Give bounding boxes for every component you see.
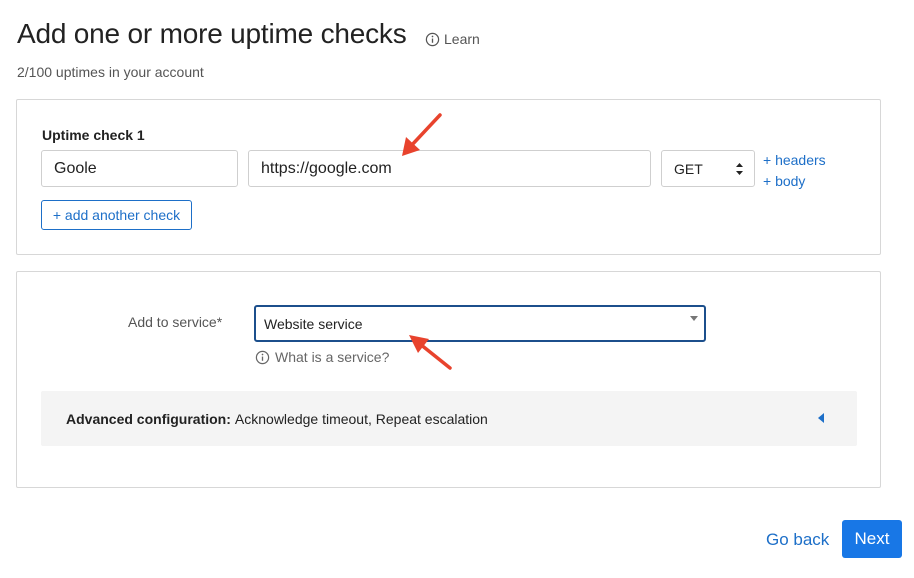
up-down-caret-icon — [736, 162, 743, 175]
add-another-check-button[interactable]: + add another check — [41, 200, 192, 230]
add-body-link[interactable]: + body — [763, 173, 805, 189]
advanced-configuration-toggle[interactable]: Advanced configuration: Acknowledge time… — [41, 391, 857, 446]
info-icon — [425, 32, 440, 46]
service-selected-value: Website service — [264, 315, 363, 332]
what-is-service-label: What is a service? — [275, 349, 390, 365]
service-card: Add to service* Website service What is … — [16, 271, 881, 488]
learn-label: Learn — [444, 31, 480, 47]
service-label: Add to service* — [128, 314, 223, 330]
caret-down-icon — [690, 316, 698, 321]
what-is-service-link[interactable]: What is a service? — [255, 349, 389, 365]
page-title: Add one or more uptime checks — [17, 18, 407, 49]
uptime-check-label: Uptime check 1 — [42, 127, 145, 143]
check-url-input[interactable] — [248, 150, 651, 187]
uptime-check-card: Uptime check 1 GET + headers + body + ad… — [16, 99, 881, 255]
info-icon — [255, 350, 270, 364]
learn-link[interactable]: Learn — [425, 31, 480, 47]
next-button[interactable]: Next — [842, 520, 902, 558]
caret-left-icon — [818, 413, 824, 423]
go-back-link[interactable]: Go back — [766, 530, 829, 550]
http-method-value: GET — [674, 160, 703, 177]
advanced-summary: Acknowledge timeout, Repeat escalation — [234, 410, 488, 427]
uptime-count: 2/100 uptimes in your account — [17, 64, 204, 80]
check-name-input[interactable] — [41, 150, 238, 187]
http-method-select[interactable]: GET — [661, 150, 755, 187]
add-headers-link[interactable]: + headers — [763, 152, 826, 168]
advanced-title: Advanced configuration: — [66, 410, 231, 427]
service-select[interactable]: Website service — [254, 305, 706, 342]
